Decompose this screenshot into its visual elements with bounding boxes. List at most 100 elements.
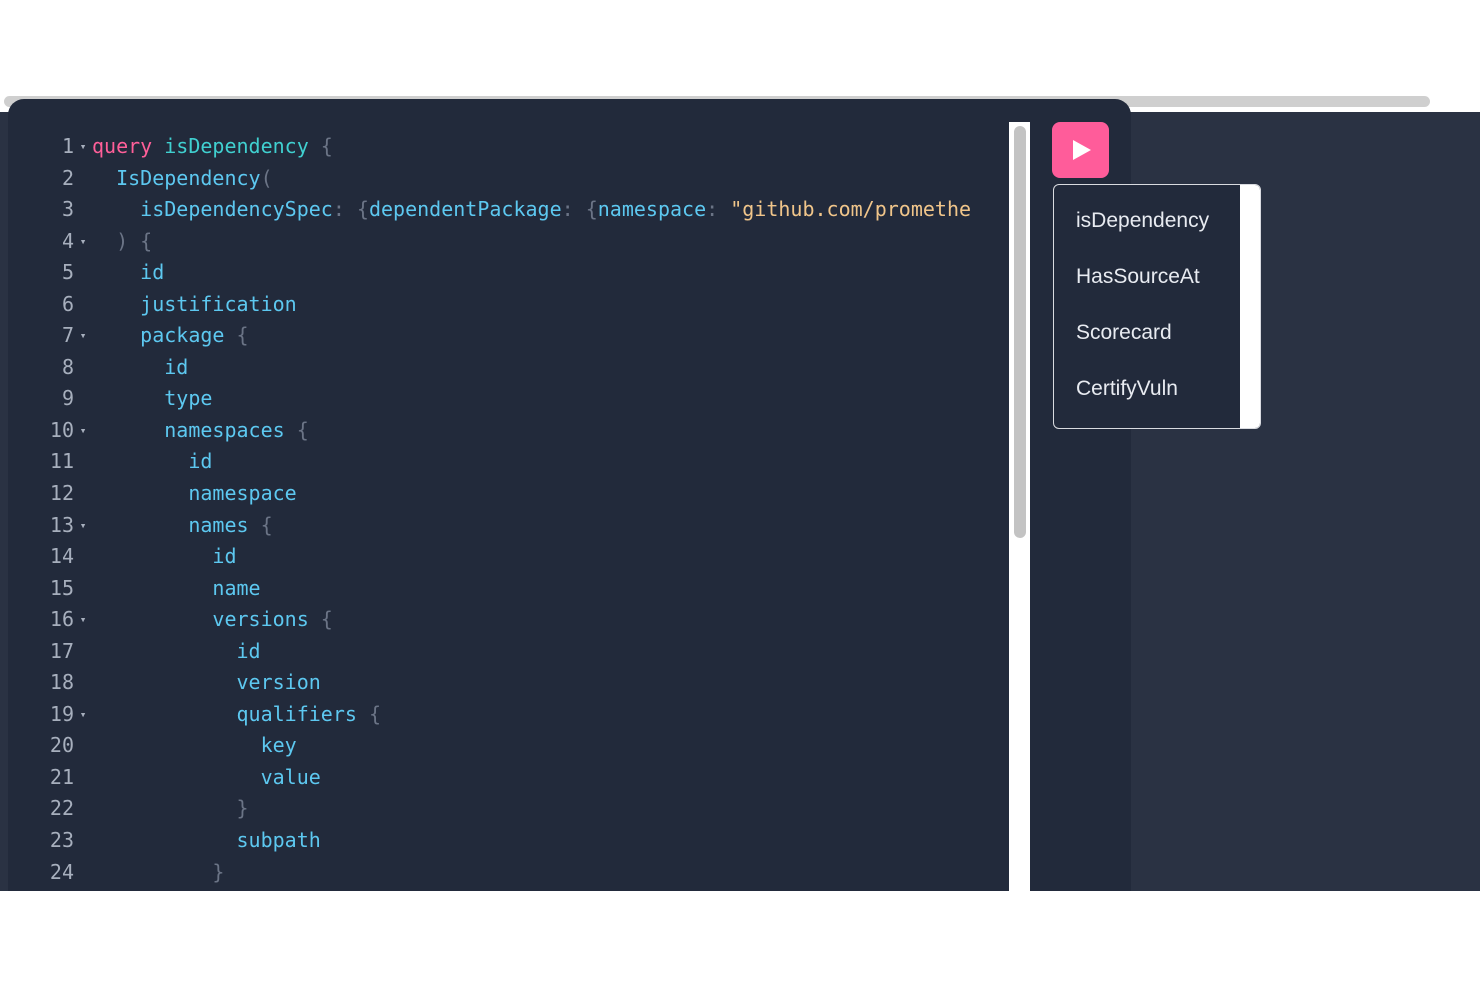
code-token: key [260, 733, 297, 758]
menu-item-scorecard[interactable]: Scorecard [1076, 321, 1172, 345]
vertical-scrollbar-thumb[interactable] [1014, 126, 1026, 538]
line-number-text: 16 [49, 607, 74, 632]
line-number-gutter: 1 ▾ 2 3 4 ▾ 5 6 7 ▾ 8 9 10 ▾ 11 12 13 ▾ 14 15 16 ▾ 17 18 19 ▾ 20 21… [8, 131, 92, 888]
code-line[interactable]: IsDependency( [92, 163, 1010, 195]
code-line[interactable]: versions { [92, 604, 1010, 636]
code-token: namespace [597, 197, 707, 222]
code-line[interactable]: } [92, 857, 1010, 889]
line-number: 16 ▾ [8, 604, 92, 636]
line-number: 11 [8, 446, 92, 478]
code-token: { [224, 323, 249, 348]
code-token: : [706, 197, 731, 222]
code-token: id [140, 260, 165, 285]
line-number-text: 13 [49, 512, 74, 537]
line-number-text: 23 [49, 828, 74, 853]
code-token: : { [561, 197, 598, 222]
operation-select-menu[interactable]: isDependency HasSourceAt Scorecard Certi… [1053, 184, 1261, 429]
code-line[interactable]: key [92, 730, 1010, 762]
code-line[interactable]: query isDependency { [92, 131, 1010, 163]
code-line[interactable]: id [92, 257, 1010, 289]
code-line[interactable]: } [92, 793, 1010, 825]
code-line[interactable]: namespace [92, 478, 1010, 510]
line-number: 1 ▾ [8, 131, 92, 163]
line-number: 5 [8, 257, 92, 289]
code-line[interactable]: version [92, 667, 1010, 699]
code-token: subpath [236, 828, 321, 853]
code-line[interactable]: id [92, 446, 1010, 478]
query-editor[interactable]: 1 ▾ 2 3 4 ▾ 5 6 7 ▾ 8 9 10 ▾ 11 12 13 ▾ 14 15 16 ▾ 17 18 19 ▾ 20 21… [8, 99, 1131, 891]
code-token: id [212, 544, 237, 569]
code-token: : { [332, 197, 369, 222]
run-query-button[interactable] [1052, 122, 1109, 178]
play-icon [1072, 140, 1091, 160]
menu-item-isdependency[interactable]: isDependency [1076, 209, 1209, 233]
fold-arrow-icon[interactable]: ▾ [74, 415, 92, 447]
line-number-text: 21 [49, 764, 74, 789]
line-number-text: 14 [49, 544, 74, 569]
line-number: 18 [8, 667, 92, 699]
line-number-text: 5 [61, 260, 74, 285]
code-line[interactable]: subpath [92, 825, 1010, 857]
line-number: 15 [8, 573, 92, 605]
code-token: id [188, 449, 213, 474]
code-line[interactable]: ) { [92, 226, 1010, 258]
code-line[interactable]: id [92, 636, 1010, 668]
line-number-text: 17 [49, 638, 74, 663]
fold-arrow-icon[interactable]: ▾ [74, 320, 92, 352]
code-token: name [212, 575, 261, 600]
code-token: { [284, 417, 309, 442]
code-line[interactable]: type [92, 383, 1010, 415]
code-token: names [188, 512, 249, 537]
code-token: id [164, 354, 189, 379]
code-token: } [92, 859, 225, 884]
code-line[interactable]: name [92, 573, 1010, 605]
code-line[interactable]: package { [92, 320, 1010, 352]
fold-arrow-icon[interactable]: ▾ [74, 131, 92, 163]
line-number: 6 [8, 289, 92, 321]
code-line[interactable]: justification [92, 289, 1010, 321]
fold-arrow-icon[interactable]: ▾ [74, 226, 92, 258]
code-token: isDependencySpec [140, 197, 333, 222]
code-token: package [140, 323, 225, 348]
code-line[interactable]: names { [92, 510, 1010, 542]
fold-arrow-icon[interactable]: ▾ [74, 510, 92, 542]
line-number-text: 18 [49, 670, 74, 695]
code-area[interactable]: query isDependency { IsDependency( isDep… [92, 131, 1010, 888]
code-token: justification [140, 291, 297, 316]
code-token: versions [212, 607, 309, 632]
line-number: 8 [8, 352, 92, 384]
code-line[interactable]: qualifiers { [92, 699, 1010, 731]
line-number: 12 [8, 478, 92, 510]
code-line[interactable]: isDependencySpec: {dependentPackage: {na… [92, 194, 1010, 226]
code-line[interactable]: id [92, 541, 1010, 573]
line-number-text: 20 [49, 733, 74, 758]
menu-item-certifyvuln[interactable]: CertifyVuln [1076, 377, 1178, 401]
menu-item-hassourceat[interactable]: HasSourceAt [1076, 265, 1200, 289]
code-token: query [92, 134, 153, 158]
menu-scrollbar[interactable] [1240, 185, 1260, 428]
line-number: 7 ▾ [8, 320, 92, 352]
fold-arrow-icon[interactable]: ▾ [74, 699, 92, 731]
code-token: namespace [188, 481, 297, 506]
line-number-text: 7 [61, 323, 74, 348]
line-number-text: 1 [61, 134, 74, 158]
line-number-text: 10 [49, 417, 74, 442]
code-line[interactable]: id [92, 352, 1010, 384]
fold-arrow-icon[interactable]: ▾ [74, 604, 92, 636]
code-line[interactable]: namespaces { [92, 415, 1010, 447]
line-number: 21 [8, 762, 92, 794]
line-number-text: 2 [61, 165, 74, 190]
code-line[interactable]: value [92, 762, 1010, 794]
